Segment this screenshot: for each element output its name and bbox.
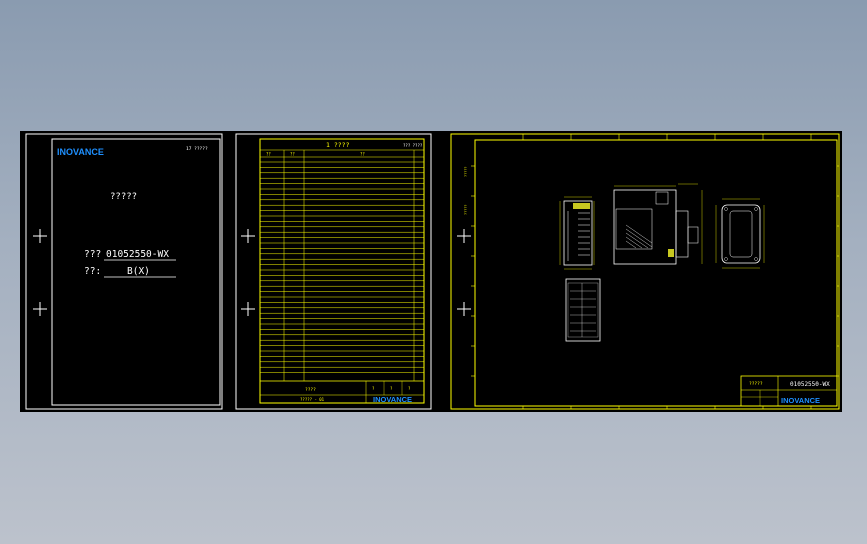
cad-drawing-canvas[interactable]: INOVANCE 17 ????? ????? ??? 01052550-WX … (20, 131, 842, 412)
version-label: ??: (84, 266, 101, 277)
cad-drawing-svg: INOVANCE 17 ????? ????? ??? 01052550-WX … (25, 133, 840, 410)
drawing-outer-frame (450, 133, 840, 410)
side-view[interactable] (613, 183, 703, 265)
rear-view-mount-hole (724, 207, 728, 211)
model-label: ??? (84, 249, 101, 260)
bottom-view[interactable] (565, 278, 601, 342)
inovance-logo: INOVANCE (781, 396, 820, 405)
model-value: 01052550-WX (106, 249, 169, 260)
frame-zone-ticks (471, 134, 839, 409)
front-view-terminals (567, 211, 590, 261)
revision-table-frame (259, 138, 425, 404)
side-view-vent-lines (625, 224, 653, 249)
front-view-label-plate (573, 203, 590, 209)
col-header: ?? (360, 152, 365, 157)
cover-title: ????? (110, 192, 137, 202)
sheet-revision-table[interactable]: 1 ???? ??? ???? ?? ?? ?? ???? ????? - 01… (235, 133, 432, 410)
left-margin-tag: ????? (464, 204, 468, 215)
side-view-terminal (668, 249, 674, 257)
rear-view[interactable] (715, 198, 765, 269)
footer-mark: ? (408, 386, 411, 391)
bottom-view-body (565, 278, 601, 342)
drawing-inner-frame (474, 139, 838, 407)
footer-label: ???? (305, 387, 316, 393)
left-margin-tag: ????? (464, 166, 468, 177)
inovance-logo: INOVANCE (57, 147, 104, 157)
bottom-view-details (570, 283, 596, 337)
version-value: B(X) (127, 266, 150, 277)
side-view-body (613, 189, 677, 265)
revision-table-title: 1 ???? (326, 141, 350, 149)
rear-view-body (721, 204, 761, 264)
side-view-connector-plug (687, 226, 699, 244)
front-view[interactable] (559, 196, 595, 270)
revision-table-grid (260, 149, 424, 403)
inovance-logo: INOVANCE (373, 395, 412, 404)
rear-view-mount-hole (754, 207, 758, 211)
col-header: ?? (266, 152, 271, 157)
sheet-cover-outer-frame (25, 133, 223, 410)
sheet-dimension-drawing[interactable]: ????? ????? ????? 01052550-WX INOVANCE (450, 133, 840, 410)
crosshair-marker (457, 229, 471, 316)
footer-mark: ? (372, 386, 375, 391)
side-view-connector-block (675, 210, 689, 258)
rear-view-mount-hole (754, 257, 758, 261)
footer-mark: ? (390, 386, 393, 391)
drawing-title-block: ????? 01052550-WX INOVANCE (740, 375, 838, 407)
rear-view-mount-hole (724, 257, 728, 261)
side-view-vent (615, 208, 653, 250)
crosshair-marker (241, 229, 255, 316)
sheet-table-outer-frame (235, 133, 432, 410)
title-block-label: ????? (749, 381, 763, 387)
title-block-model: 01052550-WX (790, 381, 830, 388)
col-header: ?? (290, 152, 295, 157)
side-view-fan (655, 191, 669, 205)
page-code: 17 ????? (186, 146, 208, 152)
side-view-dimensions (614, 183, 703, 264)
footer-code: ????? - 01 (300, 397, 325, 402)
rear-view-panel (729, 210, 753, 258)
crosshair-marker (33, 229, 47, 316)
sheet-cover[interactable]: INOVANCE 17 ????? ????? ??? 01052550-WX … (25, 133, 223, 410)
revision-table-code: ??? ???? (403, 143, 423, 148)
